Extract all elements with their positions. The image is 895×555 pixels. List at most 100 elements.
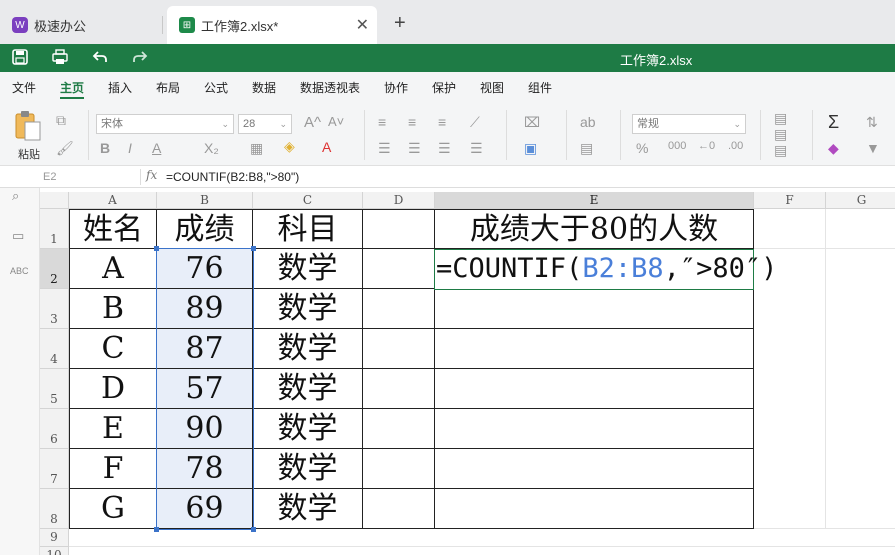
column-header-b[interactable]: B <box>157 192 253 209</box>
menu-pivot-table[interactable]: 数据透视表 <box>300 79 360 96</box>
cell-range-f2-f8[interactable] <box>754 249 826 529</box>
bold-icon[interactable]: B <box>100 140 110 156</box>
close-icon[interactable]: ✕ <box>356 15 369 35</box>
format-rows-icon[interactable]: ▤ <box>774 142 787 159</box>
clear-icon[interactable]: ◆ <box>828 140 839 157</box>
formula-input[interactable]: =COUNTIF(B2:B8,">80") <box>166 170 299 184</box>
menu-collaborate[interactable]: 协作 <box>384 79 408 96</box>
cell-d6[interactable] <box>363 409 435 449</box>
menu-layout[interactable]: 布局 <box>156 79 180 96</box>
cell-b6[interactable]: 90 <box>157 409 253 449</box>
cell-a1[interactable]: 姓名 <box>69 209 157 249</box>
select-all-corner[interactable] <box>40 192 69 209</box>
fill-color-icon[interactable]: ◈ <box>284 138 295 155</box>
cell-b4[interactable]: 87 <box>157 329 253 369</box>
align-bottom-icon[interactable]: ≡ <box>438 114 446 130</box>
align-center-icon[interactable]: ☰ <box>408 140 421 157</box>
align-middle-icon[interactable]: ≡ <box>408 114 416 130</box>
decrease-font-icon[interactable]: A˅ <box>328 114 344 129</box>
row-9-cells[interactable] <box>69 529 895 547</box>
cell-c2[interactable]: 数学 <box>253 249 363 289</box>
thousands-separator-icon[interactable]: 000 <box>668 140 686 152</box>
paste-icon[interactable] <box>14 110 42 145</box>
cell-c5[interactable]: 数学 <box>253 369 363 409</box>
row-header-2[interactable]: 2 <box>40 249 69 289</box>
row-header-7[interactable]: 7 <box>40 449 69 489</box>
align-top-icon[interactable]: ≡ <box>378 114 386 130</box>
column-header-c[interactable]: C <box>253 192 363 209</box>
percent-icon[interactable]: % <box>636 140 648 156</box>
row-header-5[interactable]: 5 <box>40 369 69 409</box>
row-10-cells[interactable] <box>69 547 895 555</box>
cell-e8[interactable] <box>435 489 754 529</box>
cell-d5[interactable] <box>363 369 435 409</box>
justify-icon[interactable]: ☰ <box>470 140 483 157</box>
redo-icon[interactable] <box>132 49 148 69</box>
border-icon[interactable]: ▦ <box>250 140 263 157</box>
cell-d2[interactable] <box>363 249 435 289</box>
row-header-6[interactable]: 6 <box>40 409 69 449</box>
filter-icon[interactable]: ▼ <box>866 140 880 156</box>
cell-b5[interactable]: 57 <box>157 369 253 409</box>
font-name-select[interactable]: 宋体 ⌄ <box>96 114 234 134</box>
fx-icon[interactable]: fx <box>146 168 157 182</box>
cell-c4[interactable]: 数学 <box>253 329 363 369</box>
menu-components[interactable]: 组件 <box>528 79 552 96</box>
cell-e4[interactable] <box>435 329 754 369</box>
cell-c1[interactable]: 科目 <box>253 209 363 249</box>
subscript-icon[interactable]: X₂ <box>204 140 219 156</box>
row-header-1[interactable]: 1 <box>40 209 69 249</box>
copy-icon[interactable]: ⧉ <box>56 112 66 129</box>
cell-f1[interactable] <box>754 209 826 249</box>
cell-e2-formula[interactable]: =COUNTIF(B2:B8,″>80″) <box>436 249 777 289</box>
cell-c6[interactable]: 数学 <box>253 409 363 449</box>
insert-cells-icon[interactable]: ▤ <box>774 110 787 127</box>
cell-e5[interactable] <box>435 369 754 409</box>
tab-document[interactable]: ⊞ 工作簿2.xlsx* ✕ <box>167 6 377 44</box>
menu-file[interactable]: 文件 <box>12 79 36 96</box>
cell-e1[interactable]: 成绩大于80的人数 <box>435 209 754 249</box>
row-header-9[interactable]: 9 <box>40 529 69 547</box>
cell-a6[interactable]: E <box>69 409 157 449</box>
menu-data[interactable]: 数据 <box>252 79 276 96</box>
column-header-a[interactable]: A <box>69 192 157 209</box>
cell-format-icon[interactable]: ▤ <box>580 140 593 157</box>
menu-formula[interactable]: 公式 <box>204 79 228 96</box>
cell-b2[interactable]: 76 <box>157 249 253 289</box>
cell-c8[interactable]: 数学 <box>253 489 363 529</box>
cell-a7[interactable]: F <box>69 449 157 489</box>
italic-icon[interactable]: I <box>128 140 132 156</box>
spellcheck-icon[interactable]: ABC <box>10 266 29 276</box>
cell-b1[interactable]: 成绩 <box>157 209 253 249</box>
menu-view[interactable]: 视图 <box>480 79 504 96</box>
font-size-select[interactable]: 28 ⌄ <box>238 114 292 134</box>
name-box[interactable]: E2 <box>40 168 136 186</box>
autosum-icon[interactable]: Σ <box>828 112 839 133</box>
cell-a4[interactable]: C <box>69 329 157 369</box>
new-tab-button[interactable]: + <box>394 12 406 35</box>
column-header-f[interactable]: F <box>754 192 826 209</box>
menu-insert[interactable]: 插入 <box>108 79 132 96</box>
undo-icon[interactable] <box>92 49 108 69</box>
comment-icon[interactable]: ▭ <box>12 228 24 244</box>
row-header-8[interactable]: 8 <box>40 489 69 529</box>
merge-cells-icon[interactable]: ▣ <box>524 140 537 157</box>
format-painter-icon[interactable]: 🖌 <box>56 140 74 157</box>
cell-a8[interactable]: G <box>69 489 157 529</box>
decrease-decimal-icon[interactable]: .00 <box>728 140 743 152</box>
cell-g1[interactable] <box>826 209 895 249</box>
wrap-text-icon[interactable]: ⌧ <box>524 114 540 131</box>
cell-e6[interactable] <box>435 409 754 449</box>
cell-e3[interactable] <box>435 289 754 329</box>
print-icon[interactable] <box>52 49 68 69</box>
menu-protect[interactable]: 保护 <box>432 79 456 96</box>
cell-a3[interactable]: B <box>69 289 157 329</box>
cell-d8[interactable] <box>363 489 435 529</box>
cell-c7[interactable]: 数学 <box>253 449 363 489</box>
increase-font-icon[interactable]: A^ <box>304 114 321 131</box>
cell-range-g2-g8[interactable] <box>826 249 895 529</box>
column-header-e[interactable]: E <box>435 192 754 209</box>
menu-home[interactable]: 主页 <box>60 79 84 96</box>
cell-a5[interactable]: D <box>69 369 157 409</box>
save-icon[interactable] <box>12 49 28 69</box>
